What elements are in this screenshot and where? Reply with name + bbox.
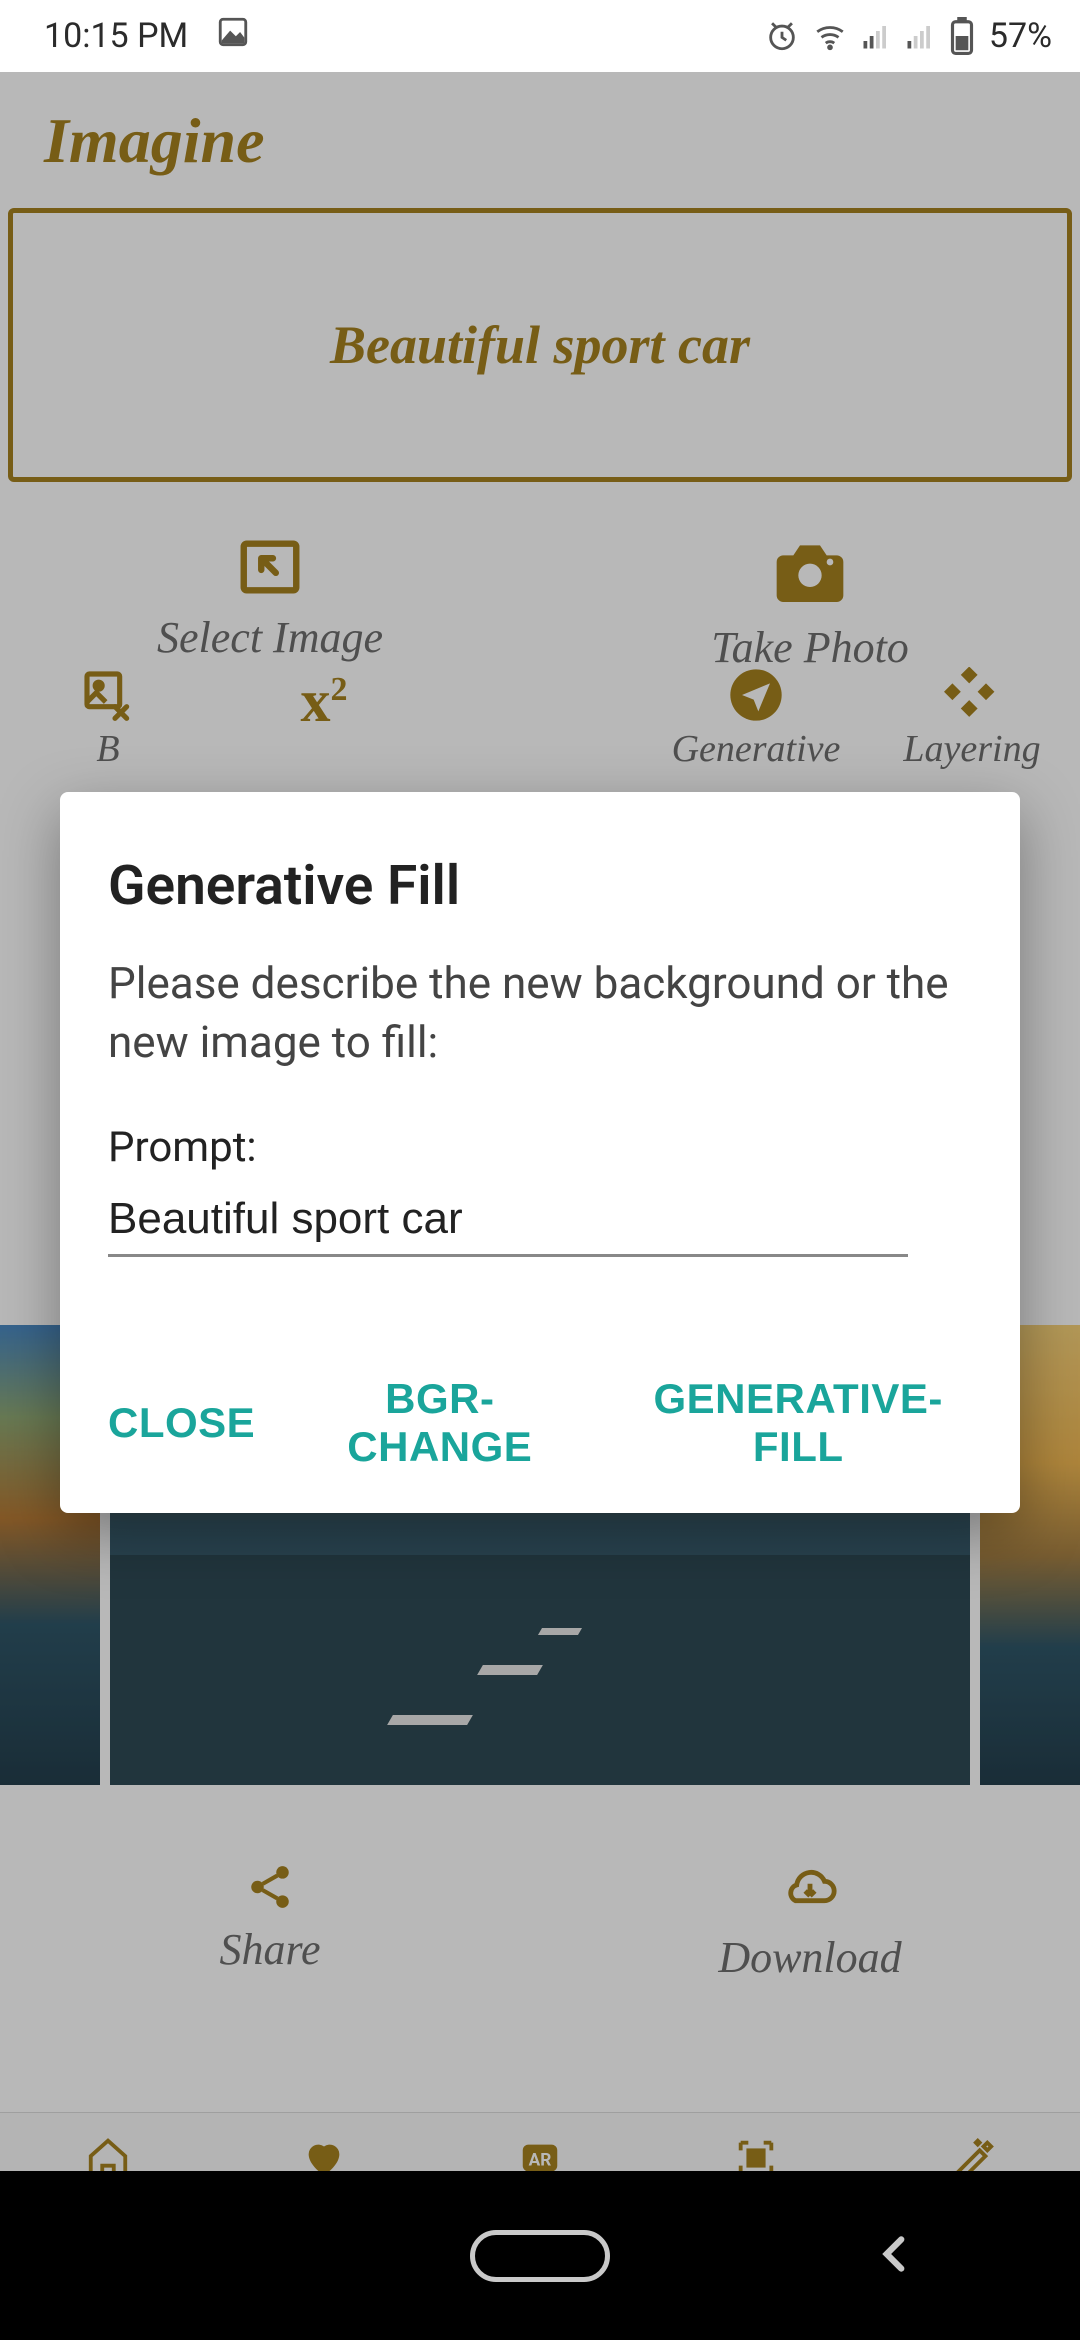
status-bar: 10:15 PM 57%	[0, 0, 1080, 72]
close-button[interactable]: CLOSE	[108, 1375, 255, 1471]
system-back-button[interactable]	[870, 2229, 920, 2283]
prompt-label: Prompt:	[108, 1123, 972, 1172]
image-icon	[216, 15, 250, 58]
prompt-input[interactable]	[108, 1188, 908, 1257]
battery-icon	[949, 17, 975, 55]
signal-icon	[861, 21, 891, 51]
generative-fill-button[interactable]: GENERATIVE-FILL	[624, 1375, 972, 1471]
system-home-button[interactable]	[470, 2230, 610, 2282]
status-time: 10:15 PM	[44, 16, 188, 56]
bgr-change-button[interactable]: BGR-CHANGE	[305, 1375, 574, 1471]
dialog-title: Generative Fill	[108, 854, 972, 918]
dialog-description: Please describe the new background or th…	[108, 954, 972, 1073]
generative-fill-dialog: Generative Fill Please describe the new …	[60, 792, 1020, 1513]
alarm-icon	[765, 19, 799, 53]
system-nav-bar	[0, 2171, 1080, 2340]
wifi-icon	[813, 19, 847, 53]
battery-pct: 57%	[989, 16, 1052, 56]
signal2-icon	[905, 21, 935, 51]
